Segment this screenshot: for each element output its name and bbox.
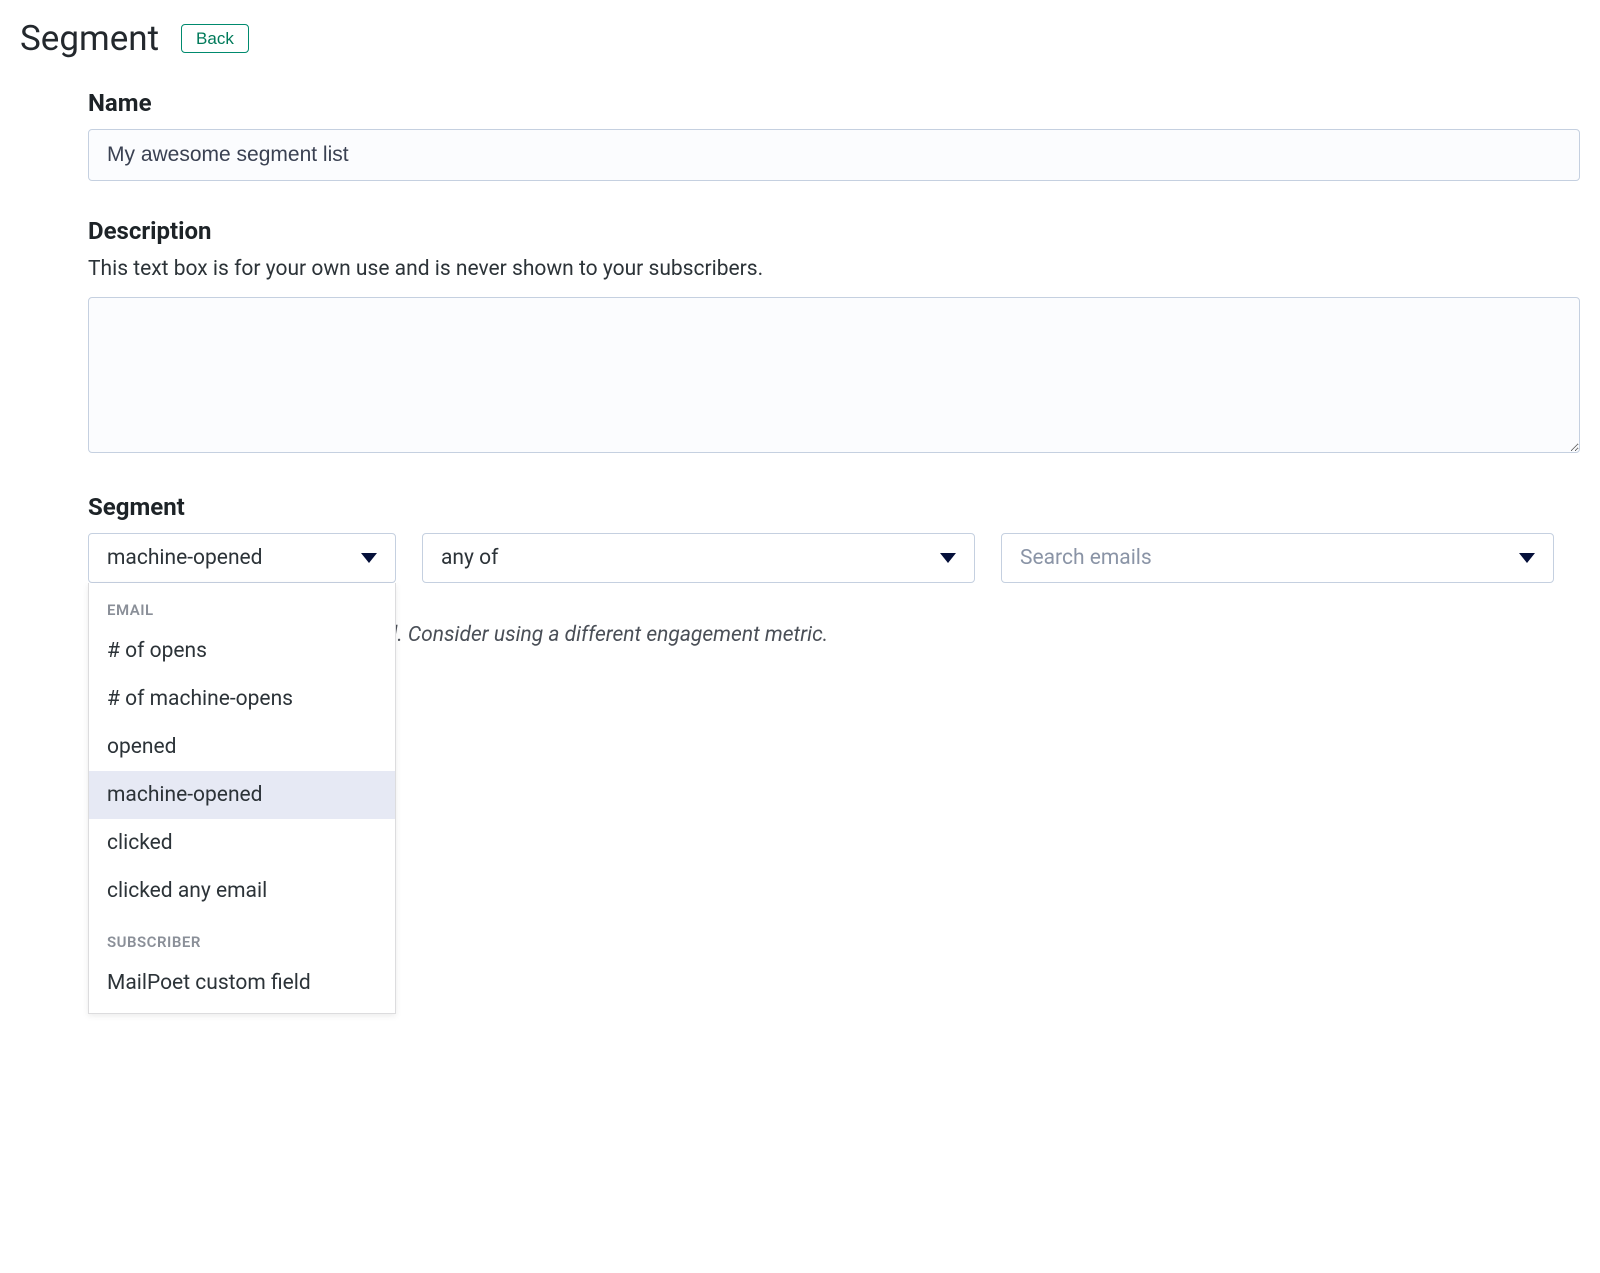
description-label: Description — [88, 217, 1580, 245]
segment-operator-select[interactable]: any of — [422, 533, 975, 583]
segment-operator-value: any of — [441, 546, 498, 570]
segment-emails-placeholder: Search emails — [1020, 546, 1152, 570]
dropdown-item-machine-opened[interactable]: machine-opened — [89, 771, 395, 819]
dropdown-item-num-opens[interactable]: # of opens — [89, 627, 395, 675]
back-button[interactable]: Back — [181, 24, 249, 53]
segment-emails-select[interactable]: Search emails — [1001, 533, 1554, 583]
name-input[interactable] — [88, 129, 1580, 181]
description-hint: This text box is for your own use and is… — [88, 257, 1580, 281]
dropdown-item-opened[interactable]: opened — [89, 723, 395, 771]
caret-down-icon — [1519, 553, 1535, 563]
segment-condition-select[interactable]: machine-opened — [88, 533, 396, 583]
dropdown-item-clicked[interactable]: clicked — [89, 819, 395, 867]
caret-down-icon — [361, 553, 377, 563]
dropdown-group-subscriber: SUBSCRIBER — [89, 915, 395, 959]
dropdown-item-clicked-any-email[interactable]: clicked any email — [89, 867, 395, 915]
dropdown-item-num-machine-opens[interactable]: # of machine-opens — [89, 675, 395, 723]
page-title: Segment — [20, 18, 159, 59]
segment-condition-value: machine-opened — [107, 546, 263, 570]
segment-label: Segment — [88, 493, 1580, 521]
caret-down-icon — [940, 553, 956, 563]
segment-condition-dropdown: EMAIL # of opens # of machine-opens open… — [88, 583, 396, 1014]
dropdown-group-email: EMAIL — [89, 583, 395, 627]
name-label: Name — [88, 89, 1580, 117]
description-textarea[interactable] — [88, 297, 1580, 453]
dropdown-item-mailpoet-custom-field[interactable]: MailPoet custom field — [89, 959, 395, 1007]
